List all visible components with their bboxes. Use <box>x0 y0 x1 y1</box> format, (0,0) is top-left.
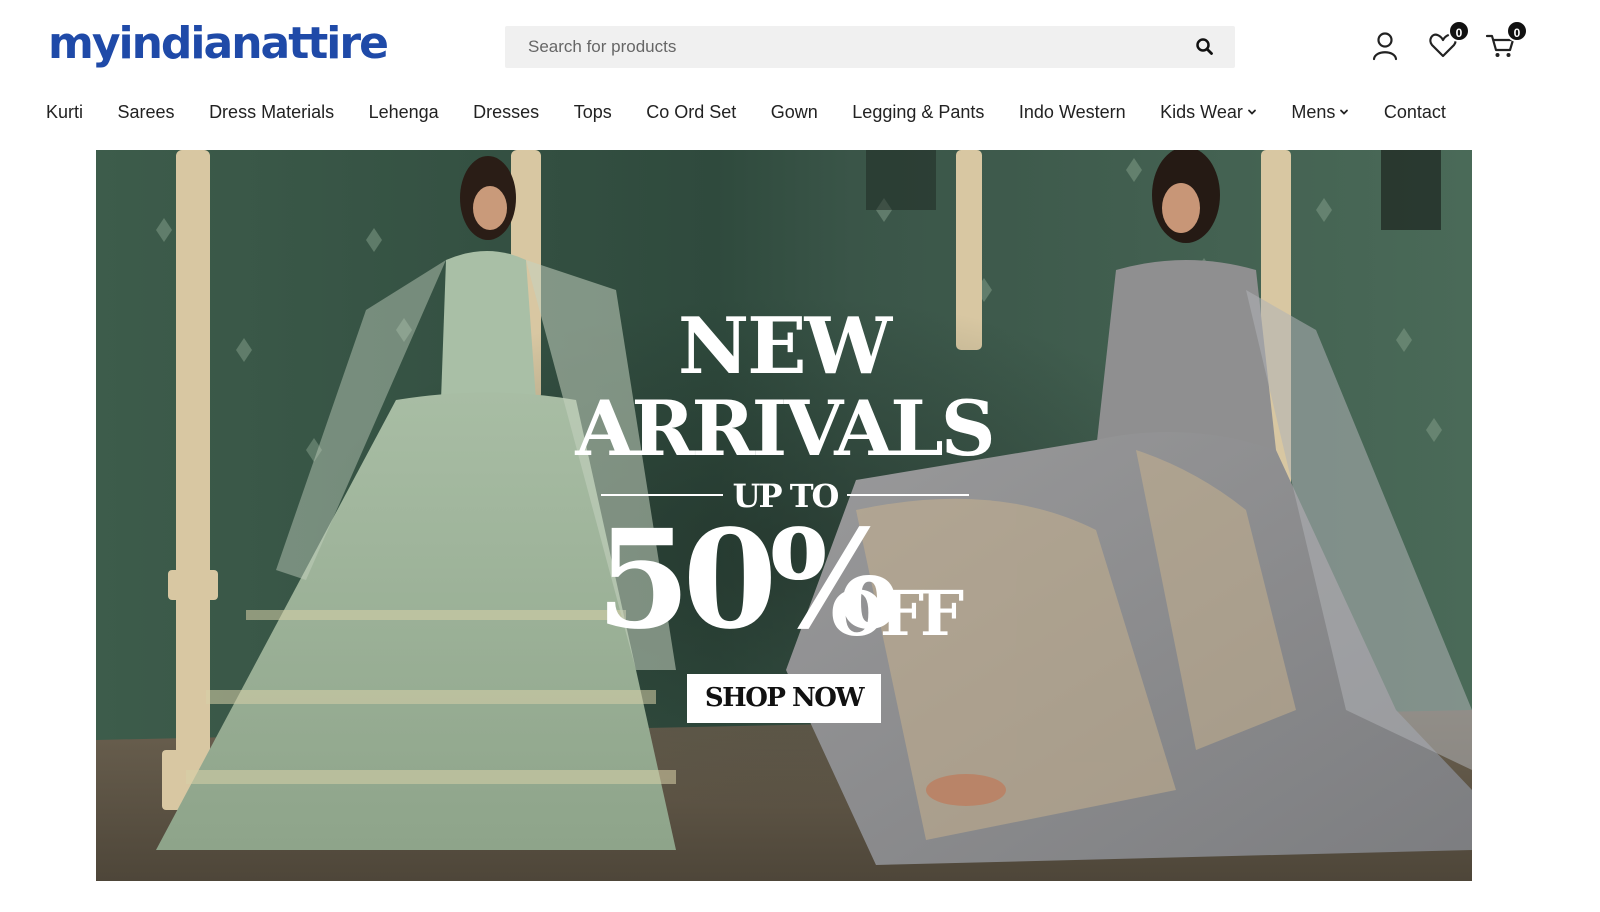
nav-item-label: Dress Materials <box>209 102 335 122</box>
nav-item-label: Lehenga <box>368 102 439 122</box>
nav-item-label: Mens <box>1291 102 1336 122</box>
nav-item-label: Contact <box>1383 102 1446 122</box>
nav-item-legging-pants[interactable]: Legging & Pants <box>852 97 984 127</box>
cart-button[interactable]: 0 <box>1484 20 1528 62</box>
nav-item-gown[interactable]: Gown <box>771 97 818 127</box>
nav-item-kurti[interactable]: Kurti <box>46 97 83 127</box>
nav-item-label: Co Ord Set <box>646 102 737 122</box>
hero-banner[interactable]: NEW ARRIVALS UP TO 50% OFF SHOP NOW <box>96 150 1472 881</box>
search-button[interactable] <box>1195 37 1215 57</box>
nav-item-tops[interactable]: Tops <box>574 97 612 127</box>
nav-item-kids-wear[interactable]: Kids Wear <box>1160 97 1257 127</box>
site-logo[interactable]: myindianattire <box>48 14 389 74</box>
chevron-down-icon <box>1247 109 1256 115</box>
nav-item-indo-western[interactable]: Indo Western <box>1019 97 1126 127</box>
nav-item-mens[interactable]: Mens <box>1291 97 1349 127</box>
wishlist-count-badge: 0 <box>1448 20 1470 42</box>
nav-item-label: Kurti <box>46 102 84 122</box>
nav-item-label: Tops <box>573 102 612 122</box>
nav-item-dress-materials[interactable]: Dress Materials <box>209 97 334 127</box>
nav-item-label: Gown <box>770 102 818 122</box>
nav-item-lehenga[interactable]: Lehenga <box>369 97 439 127</box>
hero-heading-arrivals: ARRIVALS <box>575 384 995 473</box>
main-navigation: Kurti Sarees Dress Materials Lehenga Dre… <box>46 96 1480 128</box>
nav-item-sarees[interactable]: Sarees <box>118 97 175 127</box>
nav-item-dresses[interactable]: Dresses <box>473 97 539 127</box>
search-input[interactable] <box>505 26 1185 68</box>
account-button[interactable] <box>1368 28 1402 62</box>
hero-discount-off: OFF <box>830 577 964 650</box>
wishlist-button[interactable]: 0 <box>1426 20 1470 62</box>
nav-item-label: Legging & Pants <box>852 102 985 122</box>
site-header: myindianattire 0 0 <box>0 0 1600 95</box>
nav-item-label: Indo Western <box>1018 102 1126 122</box>
hero-heading-new: NEW <box>677 301 892 392</box>
hero-promo-text: NEW ARRIVALS UP TO 50% OFF <box>96 150 1472 881</box>
chevron-down-icon <box>1340 109 1349 115</box>
nav-item-co-ord-set[interactable]: Co Ord Set <box>646 97 736 127</box>
user-icon <box>1372 32 1398 61</box>
nav-item-label: Kids Wear <box>1160 102 1243 122</box>
search-icon <box>1196 38 1213 55</box>
nav-item-label: Dresses <box>473 102 540 122</box>
shop-now-button[interactable]: SHOP NOW <box>687 674 881 723</box>
search-bar <box>505 26 1235 68</box>
divider-line-right <box>847 494 969 496</box>
nav-item-label: Sarees <box>117 102 175 122</box>
cart-count-badge: 0 <box>1506 20 1528 42</box>
nav-item-contact[interactable]: Contact <box>1384 97 1446 127</box>
